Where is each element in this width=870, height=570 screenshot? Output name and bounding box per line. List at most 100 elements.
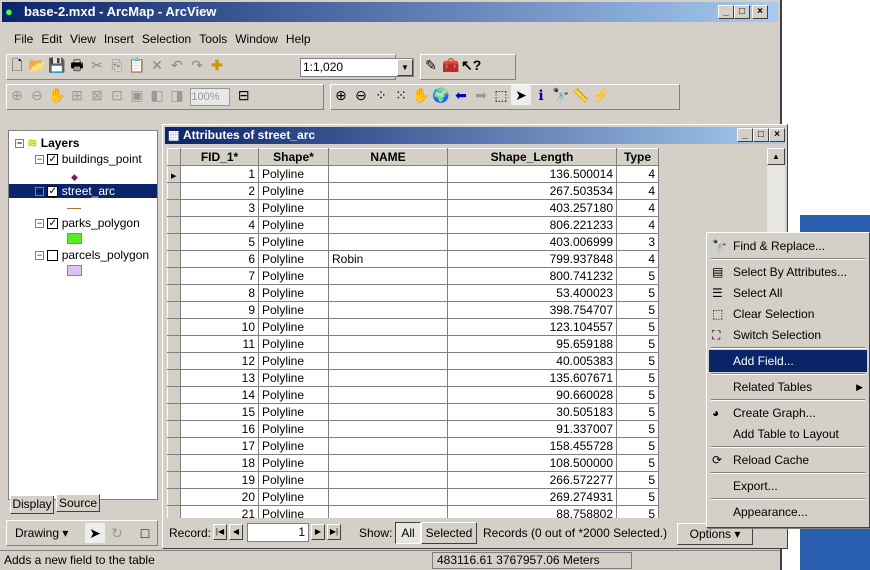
layout-zoom-dropdown[interactable]: 100% [190, 87, 231, 106]
row-selector[interactable] [167, 488, 181, 506]
table-cell[interactable]: 5 [616, 369, 659, 387]
table-cell[interactable]: 19 [180, 471, 259, 489]
forward-extent-icon[interactable]: ◨ [167, 85, 187, 105]
paste-icon[interactable]: 📋 [127, 55, 147, 75]
table-cell[interactable]: Polyline [258, 182, 329, 200]
zoom-out-layout-icon[interactable]: ⊖ [27, 85, 47, 105]
menu-view[interactable]: View [70, 32, 96, 46]
print-icon[interactable]: 🖶 [67, 55, 87, 75]
table-cell[interactable]: 5 [616, 505, 659, 518]
table-cell[interactable] [328, 437, 448, 455]
table-cell[interactable]: 5 [616, 488, 659, 506]
menu-insert[interactable]: Insert [104, 32, 134, 46]
table-row[interactable]: 19 Polyline 266.572277 5 [167, 471, 659, 489]
menu-item-clear-selection[interactable]: ⬚ Clear Selection [709, 303, 867, 325]
attributes-close-button[interactable]: × [769, 128, 785, 142]
table-cell[interactable]: Polyline [258, 352, 329, 370]
layer-visibility-checkbox[interactable] [47, 250, 59, 262]
layer-symbol[interactable]: ◆ [67, 169, 78, 183]
table-row[interactable]: 11 Polyline 95.659188 5 [167, 335, 659, 353]
table-row[interactable]: 20 Polyline 269.274931 5 [167, 488, 659, 506]
collapse-icon[interactable]: − [35, 219, 44, 229]
table-cell[interactable]: 5 [616, 318, 659, 336]
menu-item-find-replace[interactable]: 🔭 Find & Replace... [709, 235, 867, 257]
table-cell[interactable] [328, 216, 448, 234]
table-cell[interactable] [328, 165, 448, 183]
menu-item-create-graph[interactable]: ◕ Create Graph... [709, 402, 867, 424]
table-row[interactable]: 5 Polyline 403.006999 3 [167, 233, 659, 251]
menu-item-select-all[interactable]: ☰ Select All [709, 282, 867, 304]
table-cell[interactable]: 403.257180 [447, 199, 617, 217]
table-cell[interactable] [328, 352, 448, 370]
table-row[interactable]: 7 Polyline 800.741232 5 [167, 267, 659, 285]
attributes-maximize-button[interactable]: □ [753, 128, 769, 142]
table-cell[interactable] [328, 199, 448, 217]
menu-item-related-tables[interactable]: Related Tables ▶ [709, 376, 867, 398]
table-cell[interactable]: 5 [616, 352, 659, 370]
table-cell[interactable]: Polyline [258, 454, 329, 472]
table-cell[interactable]: 2 [180, 182, 259, 200]
table-cell[interactable]: 267.503534 [447, 182, 617, 200]
menu-item-export[interactable]: Export... [709, 475, 867, 497]
table-cell[interactable]: 16 [180, 420, 259, 438]
table-cell[interactable]: 11 [180, 335, 259, 353]
row-selector[interactable] [167, 369, 181, 387]
table-cell[interactable]: Polyline [258, 437, 329, 455]
select-elements-icon[interactable]: ➤ [511, 85, 531, 105]
table-cell[interactable]: 5 [616, 420, 659, 438]
table-cell[interactable]: Polyline [258, 284, 329, 302]
layer-buildings_point[interactable]: − ✓ buildings_point [9, 152, 157, 166]
table-cell[interactable]: 9 [180, 301, 259, 319]
row-selector[interactable] [167, 267, 181, 285]
table-cell[interactable]: 136.500014 [447, 165, 617, 183]
table-cell[interactable]: Polyline [258, 301, 329, 319]
row-selector[interactable] [167, 284, 181, 302]
tab-display[interactable]: Display [10, 496, 54, 514]
find-icon[interactable]: 🔭 [551, 85, 571, 105]
table-cell[interactable]: 158.455728 [447, 437, 617, 455]
table-cell[interactable]: 4 [616, 250, 659, 268]
row-selector[interactable] [167, 454, 181, 472]
table-cell[interactable]: Polyline [258, 505, 329, 518]
record-number-input[interactable]: 1 [247, 523, 309, 542]
table-cell[interactable]: 3 [180, 199, 259, 217]
table-cell[interactable]: Polyline [258, 250, 329, 268]
fixed-zoom-in-icon[interactable]: ⊡ [107, 85, 127, 105]
table-row[interactable]: 13 Polyline 135.607671 5 [167, 369, 659, 387]
table-cell[interactable]: Polyline [258, 318, 329, 336]
table-cell[interactable] [328, 420, 448, 438]
arctoolbox-icon[interactable]: 🧰 [441, 55, 461, 75]
table-cell[interactable]: 20 [180, 488, 259, 506]
previous-record-button[interactable]: ◀ [229, 524, 243, 540]
row-selector[interactable] [167, 216, 181, 234]
full-extent-icon[interactable]: 🌍 [431, 85, 451, 105]
table-cell[interactable]: Polyline [258, 403, 329, 421]
table-cell[interactable] [328, 386, 448, 404]
identify-icon[interactable]: ℹ [531, 85, 551, 105]
table-cell[interactable]: Polyline [258, 267, 329, 285]
table-row[interactable]: 9 Polyline 398.754707 5 [167, 301, 659, 319]
hyperlink-icon[interactable]: ⚡ [591, 85, 611, 105]
column-header[interactable]: FID_1* [180, 148, 259, 166]
menu-item-appearance[interactable]: Appearance... [709, 501, 867, 523]
row-selector[interactable] [167, 471, 181, 489]
table-row[interactable]: 10 Polyline 123.104557 5 [167, 318, 659, 336]
table-cell[interactable]: 8 [180, 284, 259, 302]
back-extent-icon[interactable]: ◧ [147, 85, 167, 105]
table-cell[interactable] [328, 471, 448, 489]
row-selector[interactable] [167, 352, 181, 370]
fixed-zoom-in-icon[interactable]: ⁘ [371, 85, 391, 105]
table-cell[interactable]: 398.754707 [447, 301, 617, 319]
table-cell[interactable] [328, 335, 448, 353]
table-cell[interactable]: 269.274931 [447, 488, 617, 506]
table-cell[interactable]: 14 [180, 386, 259, 404]
menu-selection[interactable]: Selection [142, 32, 191, 46]
table-cell[interactable]: 5 [616, 403, 659, 421]
table-cell[interactable]: 5 [616, 284, 659, 302]
table-cell[interactable]: Polyline [258, 199, 329, 217]
editor-icon[interactable]: ✎ [421, 55, 441, 75]
first-record-button[interactable]: |◀ [213, 524, 227, 540]
pan-icon[interactable]: ✋ [411, 85, 431, 105]
maximize-button[interactable]: □ [734, 5, 750, 19]
column-header[interactable]: Shape* [258, 148, 329, 166]
